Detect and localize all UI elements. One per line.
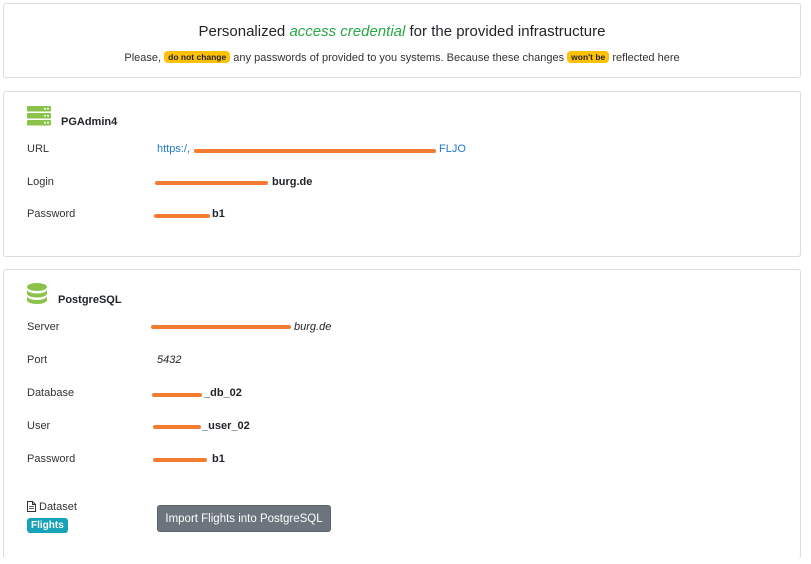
url-redaction (194, 149, 436, 153)
server-redaction (151, 325, 291, 329)
header-card: Personalized access credential for the p… (3, 3, 801, 78)
db-password-label: Password (27, 453, 76, 465)
do-not-change-tag: do not change (164, 51, 231, 63)
postgresql-title: PostgreSQL (58, 294, 122, 306)
page-title: Personalized access credential for the p… (4, 23, 800, 40)
database-icon (27, 283, 47, 304)
user-label: User (27, 420, 51, 432)
port-label: Port (27, 354, 48, 366)
wont-be-tag: won't be (567, 51, 610, 63)
server-label: Server (27, 321, 60, 333)
url-label: URL (27, 143, 50, 155)
import-flights-button[interactable]: Import Flights into PostgreSQL (157, 505, 331, 532)
login-redaction (155, 181, 268, 185)
database-value: _db_02 (204, 387, 242, 399)
login-label: Login (27, 176, 54, 188)
login-value: burg.de (272, 176, 313, 188)
url-suffix[interactable]: FLJO (439, 143, 466, 155)
note-pre: Please, (124, 52, 162, 64)
title-accent: access credential (289, 23, 406, 40)
warning-note: Please, do not change any passwords of p… (4, 51, 800, 64)
db-password-value: b1 (212, 453, 225, 465)
postgresql-card: PostgreSQL Server burg.de Port 5432 Data… (3, 269, 801, 559)
title-post: for the provided infrastructure (409, 23, 606, 40)
dataset-badge: Flights (27, 518, 68, 533)
database-redaction (152, 393, 202, 397)
port-value: 5432 (157, 354, 182, 366)
server-value: burg.de (294, 321, 332, 333)
dataset-label: Dataset (39, 501, 77, 513)
note-post: reflected here (612, 52, 680, 64)
server-icon (27, 106, 51, 126)
password-redaction (154, 214, 210, 218)
password-label: Password (27, 208, 76, 220)
url-prefix[interactable]: https:/, (157, 143, 190, 155)
password-value: b1 (212, 208, 225, 220)
user-value: _user_02 (202, 420, 250, 432)
pgadmin-title: PGAdmin4 (61, 116, 118, 128)
db-password-redaction (153, 458, 207, 462)
pgadmin-card: PGAdmin4 URL https:/, FLJO Login burg.de… (3, 91, 801, 257)
user-redaction (153, 425, 201, 429)
database-label: Database (27, 387, 75, 399)
title-pre: Personalized (198, 23, 286, 40)
file-icon (27, 501, 36, 512)
note-mid: any passwords of provided to you systems… (233, 52, 565, 64)
